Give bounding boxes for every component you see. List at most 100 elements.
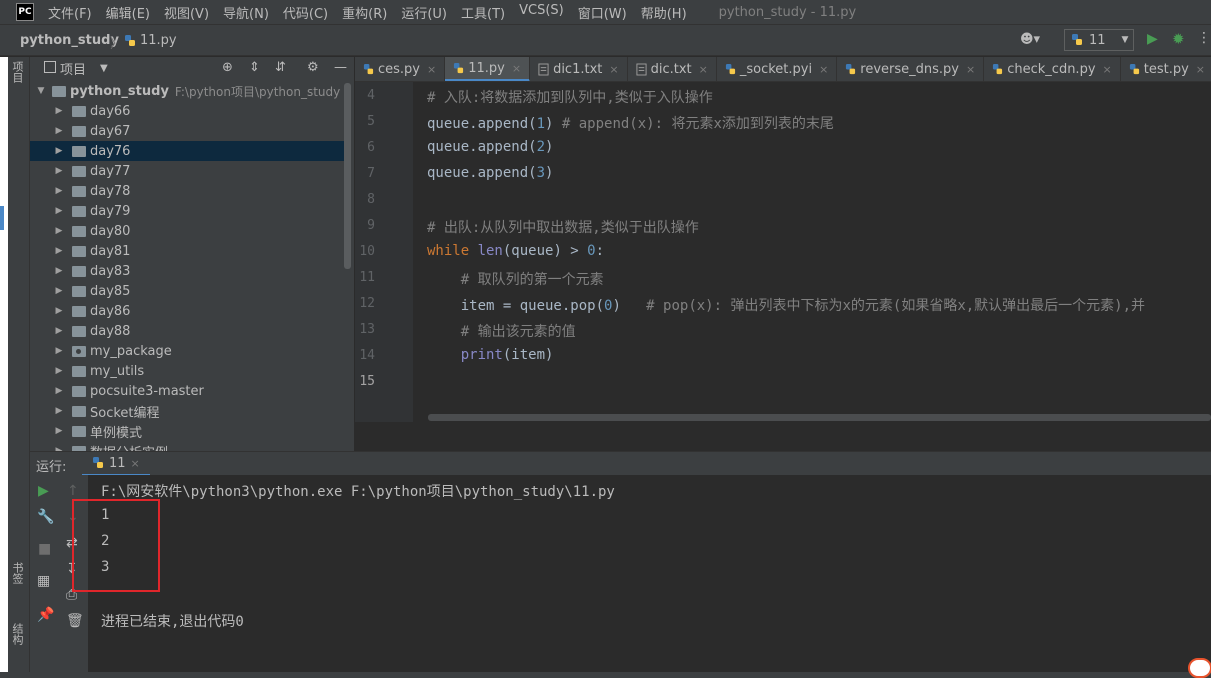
close-icon[interactable]: × — [1196, 63, 1205, 76]
menu-item[interactable]: 视图(V) — [164, 3, 209, 22]
stop-icon[interactable]: ■ — [38, 541, 51, 557]
tree-item[interactable]: ▶ day79 — [30, 201, 346, 221]
tree-item[interactable]: ▶ day77 — [30, 161, 346, 181]
tree-item[interactable]: ▶ my_package — [30, 341, 346, 361]
folder-icon — [72, 385, 86, 397]
close-icon[interactable]: × — [512, 62, 521, 75]
editor-tab[interactable]: dic.txt × — [628, 57, 717, 81]
chevron-right-icon[interactable]: ▶ — [54, 386, 64, 396]
tree-item[interactable]: ▶ day80 — [30, 221, 346, 241]
tree-item[interactable]: ▶ pocsuite3-master — [30, 381, 346, 401]
chevron-right-icon[interactable]: ▶ — [54, 246, 64, 256]
expand-all-icon[interactable]: ⇕ — [249, 60, 260, 75]
tree-item[interactable]: ▶ day88 — [30, 321, 346, 341]
line-number: 15 — [359, 374, 375, 389]
chevron-right-icon[interactable]: ▶ — [54, 326, 64, 336]
chevron-right-icon[interactable]: ▶ — [54, 366, 64, 376]
menu-item[interactable]: 代码(C) — [283, 3, 328, 22]
layout-icon[interactable]: ▦ — [37, 573, 50, 589]
tree-item[interactable]: ▶ day78 — [30, 181, 346, 201]
tree-item[interactable]: ▶ day83 — [30, 261, 346, 281]
wrench-icon[interactable]: 🔧 — [37, 509, 54, 525]
chevron-right-icon[interactable]: ▶ — [54, 146, 64, 156]
editor-tab-label: 11.py — [468, 60, 505, 76]
gear-icon[interactable]: ⚙ — [307, 60, 319, 75]
project-tool-tab[interactable]: 项目 — [9, 61, 25, 83]
python-file-icon — [363, 64, 374, 75]
chevron-right-icon[interactable]: ▶ — [54, 306, 64, 316]
chevron-down-icon[interactable]: ▼ — [100, 63, 108, 74]
menu-item[interactable]: 帮助(H) — [641, 3, 687, 22]
user-icon[interactable]: ☻▾ — [1020, 32, 1040, 47]
chevron-right-icon[interactable]: ▶ — [54, 186, 64, 196]
menu-item[interactable]: VCS(S) — [519, 3, 564, 22]
run-console[interactable]: F:\网安软件\python3\python.exe F:\python项目\p… — [88, 475, 1211, 678]
close-icon[interactable]: × — [609, 63, 618, 76]
tree-item[interactable]: ▶ my_utils — [30, 361, 346, 381]
editor-tab[interactable]: dic1.txt × — [530, 57, 628, 81]
structure-tool-tab[interactable]: 结构 — [9, 623, 25, 645]
tree-item[interactable]: ▶ day67 — [30, 121, 346, 141]
breadcrumb-project[interactable]: python_study — [20, 33, 119, 48]
editor-tab[interactable]: 11.py × — [445, 57, 531, 81]
status-bar — [0, 672, 1211, 678]
chevron-right-icon[interactable]: ▶ — [54, 166, 64, 176]
editor-tab[interactable]: check_cdn.py × — [984, 57, 1121, 81]
menu-item[interactable]: 运行(U) — [401, 3, 447, 22]
tree-item[interactable]: ▶ 单例模式 — [30, 421, 346, 441]
run-tab[interactable]: 11 × — [82, 452, 150, 476]
hide-panel-icon[interactable]: — — [334, 60, 347, 75]
trash-icon[interactable]: 🗑 — [66, 613, 84, 629]
run-button[interactable]: ▶ — [1147, 31, 1158, 47]
close-icon[interactable]: × — [427, 63, 436, 76]
tree-root[interactable]: ▼ python_study F:\python项目\python_study — [30, 81, 346, 101]
tree-item[interactable]: ▶ day76 — [30, 141, 346, 161]
locate-icon[interactable]: ⊕ — [222, 60, 233, 75]
more-icon[interactable]: ⋮ — [1197, 30, 1211, 46]
run-config-select[interactable]: 11 ▼ — [1064, 29, 1134, 51]
close-icon[interactable]: × — [819, 63, 828, 76]
chevron-right-icon[interactable]: ▶ — [54, 226, 64, 236]
tree-item[interactable]: ▶ day66 — [30, 101, 346, 121]
collapse-all-icon[interactable]: ⇵ — [275, 60, 286, 75]
close-icon[interactable]: × — [1103, 63, 1112, 76]
tree-item[interactable]: ▶ Socket编程 — [30, 401, 346, 421]
code-token: ) — [545, 165, 554, 181]
close-icon[interactable]: × — [966, 63, 975, 76]
menu-item[interactable]: 窗口(W) — [578, 3, 627, 22]
chevron-right-icon[interactable]: ▶ — [54, 106, 64, 116]
menu-item[interactable]: 工具(T) — [461, 3, 505, 22]
tree-item[interactable]: ▶ day85 — [30, 281, 346, 301]
menu-item[interactable]: 编辑(E) — [106, 3, 150, 22]
code-editor[interactable]: # 入队:将数据添加到队列中,类似于入队操作 queue.append(1) # … — [413, 82, 1211, 422]
editor-horizontal-scrollbar[interactable] — [428, 414, 1211, 421]
editor-tab[interactable]: _socket.pyi × — [717, 57, 838, 81]
code-token: : — [595, 243, 605, 259]
chevron-right-icon[interactable]: ▶ — [54, 346, 64, 356]
editor-tab[interactable]: ces.py × — [355, 57, 446, 81]
chevron-right-icon[interactable]: ▶ — [54, 126, 64, 136]
menu-item[interactable]: 文件(F) — [48, 3, 92, 22]
tree-item[interactable]: ▶数据分析实例 — [30, 441, 346, 451]
chevron-right-icon[interactable]: ▶ — [54, 206, 64, 216]
debug-bug-icon[interactable]: ✹ — [1172, 30, 1185, 48]
editor-tab[interactable]: test.py × — [1121, 57, 1211, 81]
close-icon[interactable]: × — [131, 457, 140, 470]
editor-tab[interactable]: reverse_dns.py × — [837, 57, 985, 81]
tree-item[interactable]: ▶ day81 — [30, 241, 346, 261]
arrow-up-icon[interactable]: ↑ — [67, 483, 79, 499]
breadcrumb-file[interactable]: 11.py — [140, 33, 177, 48]
menu-item[interactable]: 导航(N) — [223, 3, 269, 22]
tree-item[interactable]: ▶ day86 — [30, 301, 346, 321]
rerun-icon[interactable]: ▶ — [38, 483, 49, 499]
chevron-right-icon[interactable]: ▶ — [54, 406, 64, 416]
close-icon[interactable]: × — [699, 63, 708, 76]
chevron-right-icon[interactable]: ▶ — [54, 286, 64, 296]
chevron-right-icon[interactable]: ▶ — [54, 426, 64, 436]
chevron-down-icon[interactable]: ▼ — [36, 86, 46, 96]
project-tree: ▼ python_study F:\python项目\python_study … — [30, 81, 346, 451]
bookmarks-tool-tab[interactable]: 书签 — [9, 562, 25, 584]
chevron-right-icon[interactable]: ▶ — [54, 266, 64, 276]
menu-item[interactable]: 重构(R) — [342, 3, 387, 22]
pin-icon[interactable]: 📌 — [37, 607, 54, 623]
